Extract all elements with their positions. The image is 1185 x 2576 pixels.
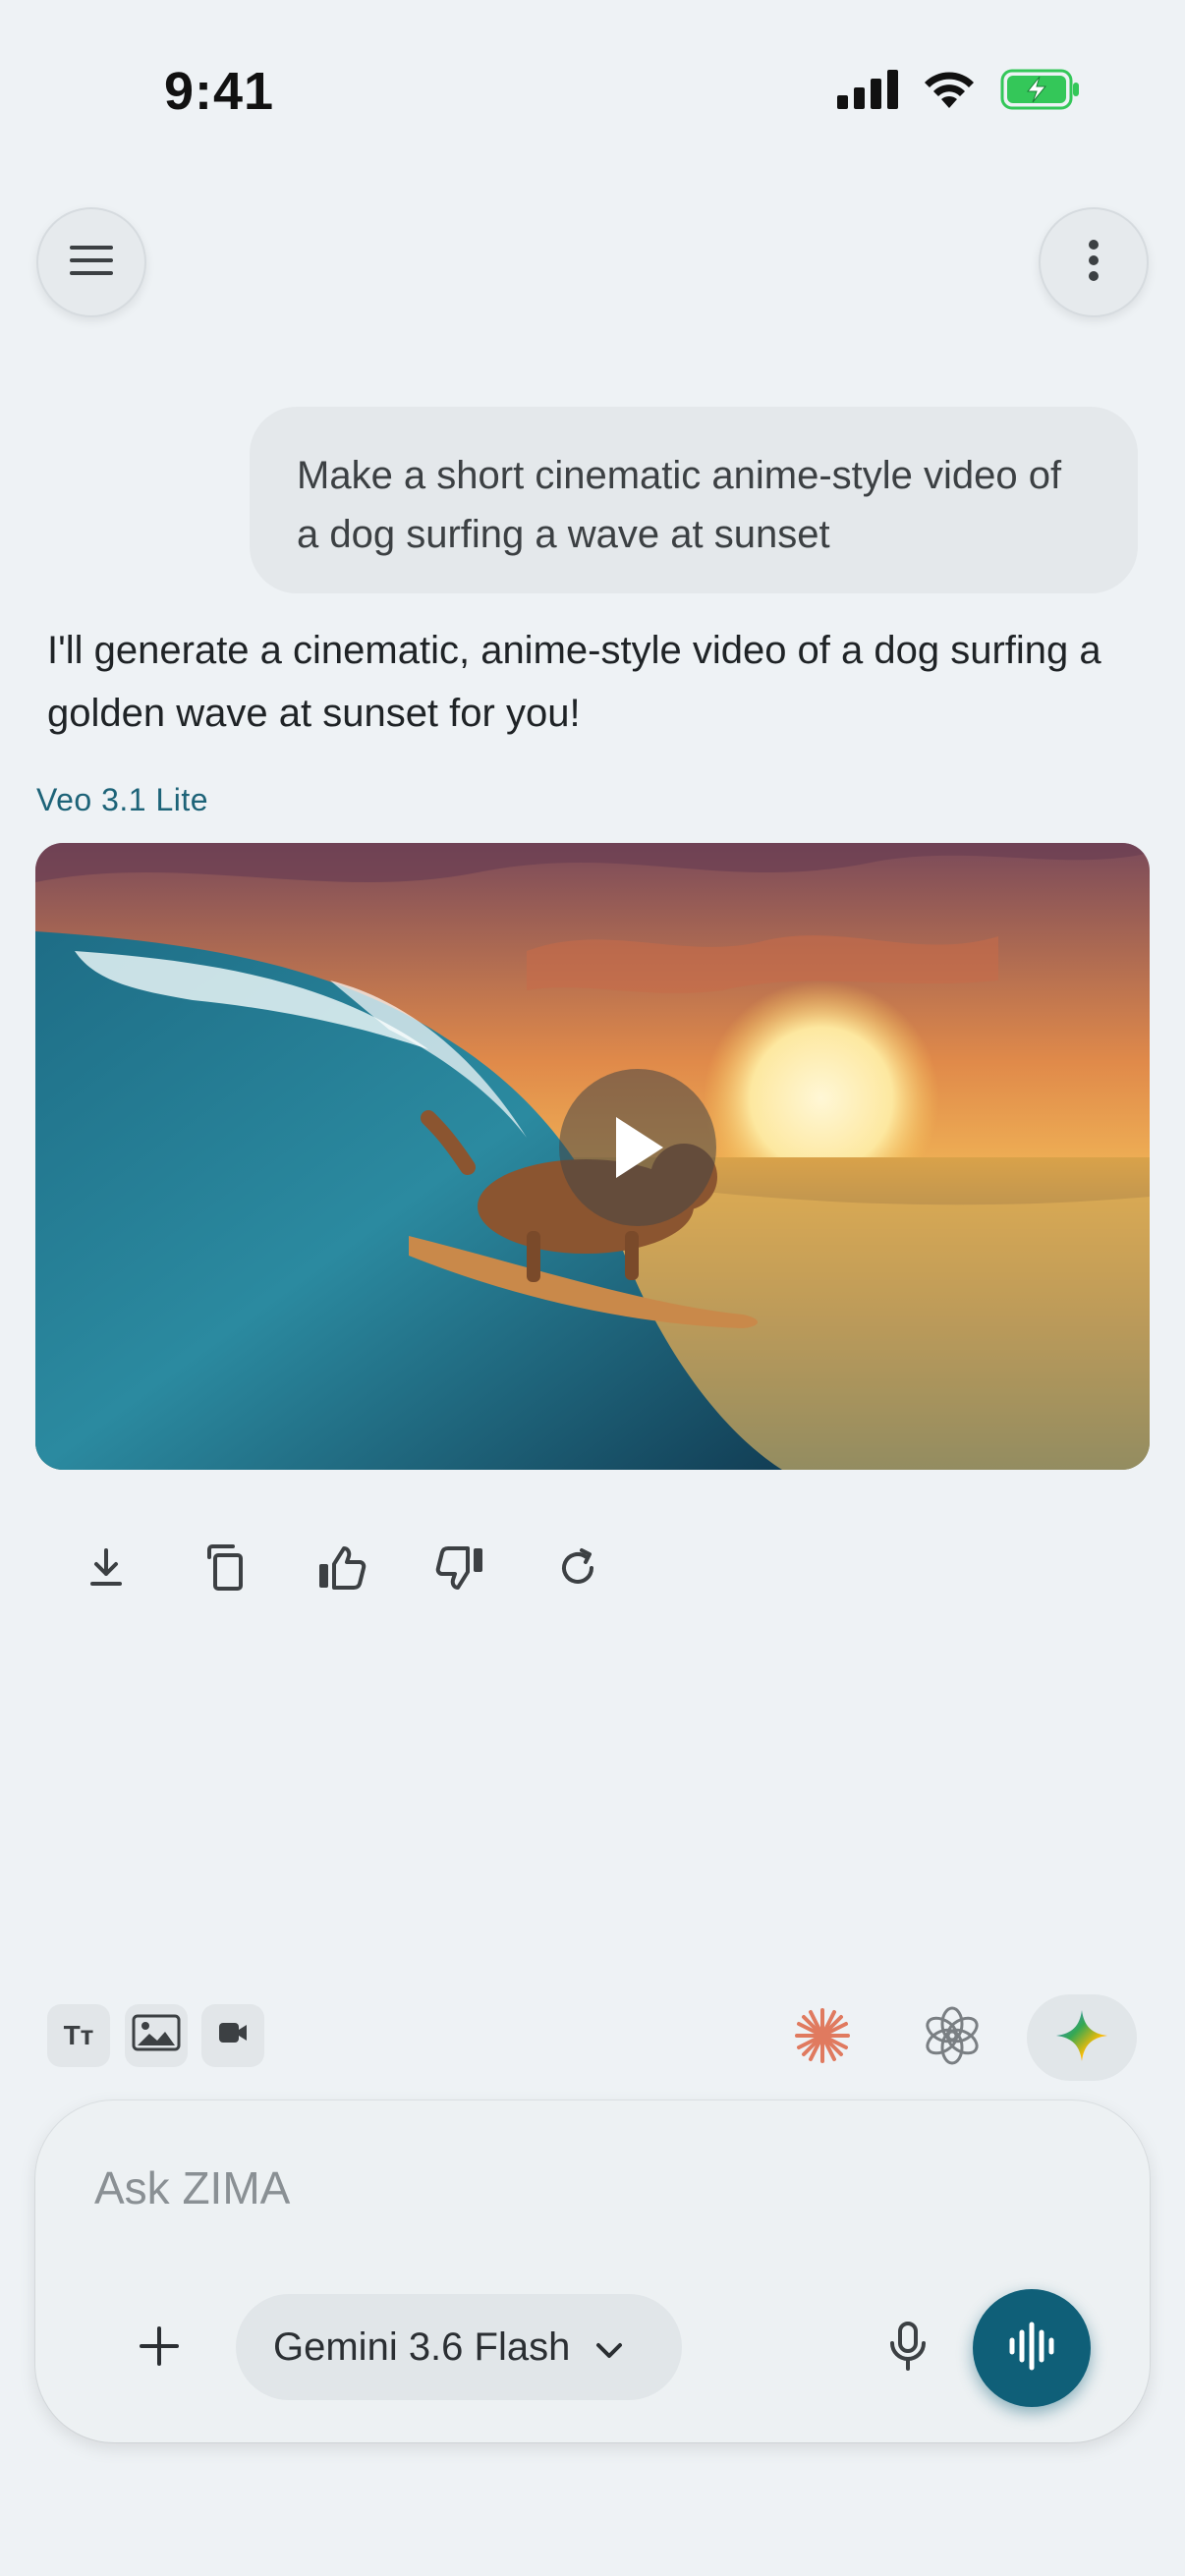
microphone-button[interactable] [869,2309,947,2387]
microphone-icon [888,2321,928,2376]
copy-icon [201,1543,247,1597]
chevron-down-icon [595,2325,623,2370]
thumbs-down-icon [434,1544,485,1596]
status-icons [837,69,1081,115]
plus-icon [138,2324,181,2373]
vertical-dots-icon [1087,239,1100,287]
message-actions [79,1542,605,1597]
gemini-star-icon [1054,2008,1109,2068]
user-message-bubble: Make a short cinematic anime-style video… [250,407,1138,593]
openai-provider-button[interactable] [899,1994,1005,2081]
copy-button[interactable] [197,1542,252,1597]
status-time: 9:41 [164,62,275,121]
chat-screen: 9:41 Make a short cinematic anime-style … [0,0,1185,2576]
ask-input[interactable] [94,2161,979,2214]
image-icon [132,2014,181,2058]
play-icon [608,1113,667,1182]
generated-video[interactable] [35,843,1150,1470]
video-mode-chip[interactable] [201,2004,264,2067]
model-label: Veo 3.1 Lite [36,782,209,817]
hamburger-menu-icon [68,243,115,283]
assistant-message: I'll generate a cinematic, anime-style v… [47,629,1101,735]
regenerate-button[interactable] [550,1542,605,1597]
thumbs-down-button[interactable] [432,1542,487,1597]
text-mode-chip[interactable]: Tт [47,2004,110,2067]
voice-mode-button[interactable] [973,2289,1091,2407]
add-attachment-button[interactable] [120,2309,198,2387]
video-camera-icon [218,2020,248,2052]
cellular-signal-icon [837,70,898,114]
play-button[interactable] [559,1069,716,1226]
openai-knot-icon [923,2006,982,2070]
more-options-button[interactable] [1039,207,1149,317]
menu-button[interactable] [36,207,146,317]
wifi-icon [922,69,977,115]
audio-waveform-icon [1006,2321,1057,2377]
thumbs-up-button[interactable] [314,1542,369,1597]
composer: Gemini 3.6 Flash [35,2100,1150,2442]
text-format-icon: Tт [63,2020,94,2050]
thumbs-up-icon [316,1544,367,1596]
model-selector[interactable]: Gemini 3.6 Flash [236,2294,682,2400]
download-icon [85,1546,128,1595]
model-selector-label: Gemini 3.6 Flash [273,2324,571,2369]
claude-provider-button[interactable] [769,1994,875,2081]
gemini-provider-button[interactable] [1027,1994,1137,2081]
battery-charging-icon [1000,69,1081,115]
refresh-icon [556,1546,599,1595]
image-mode-chip[interactable] [125,2004,188,2067]
claude-sparkle-icon [793,2006,852,2070]
download-button[interactable] [79,1542,134,1597]
